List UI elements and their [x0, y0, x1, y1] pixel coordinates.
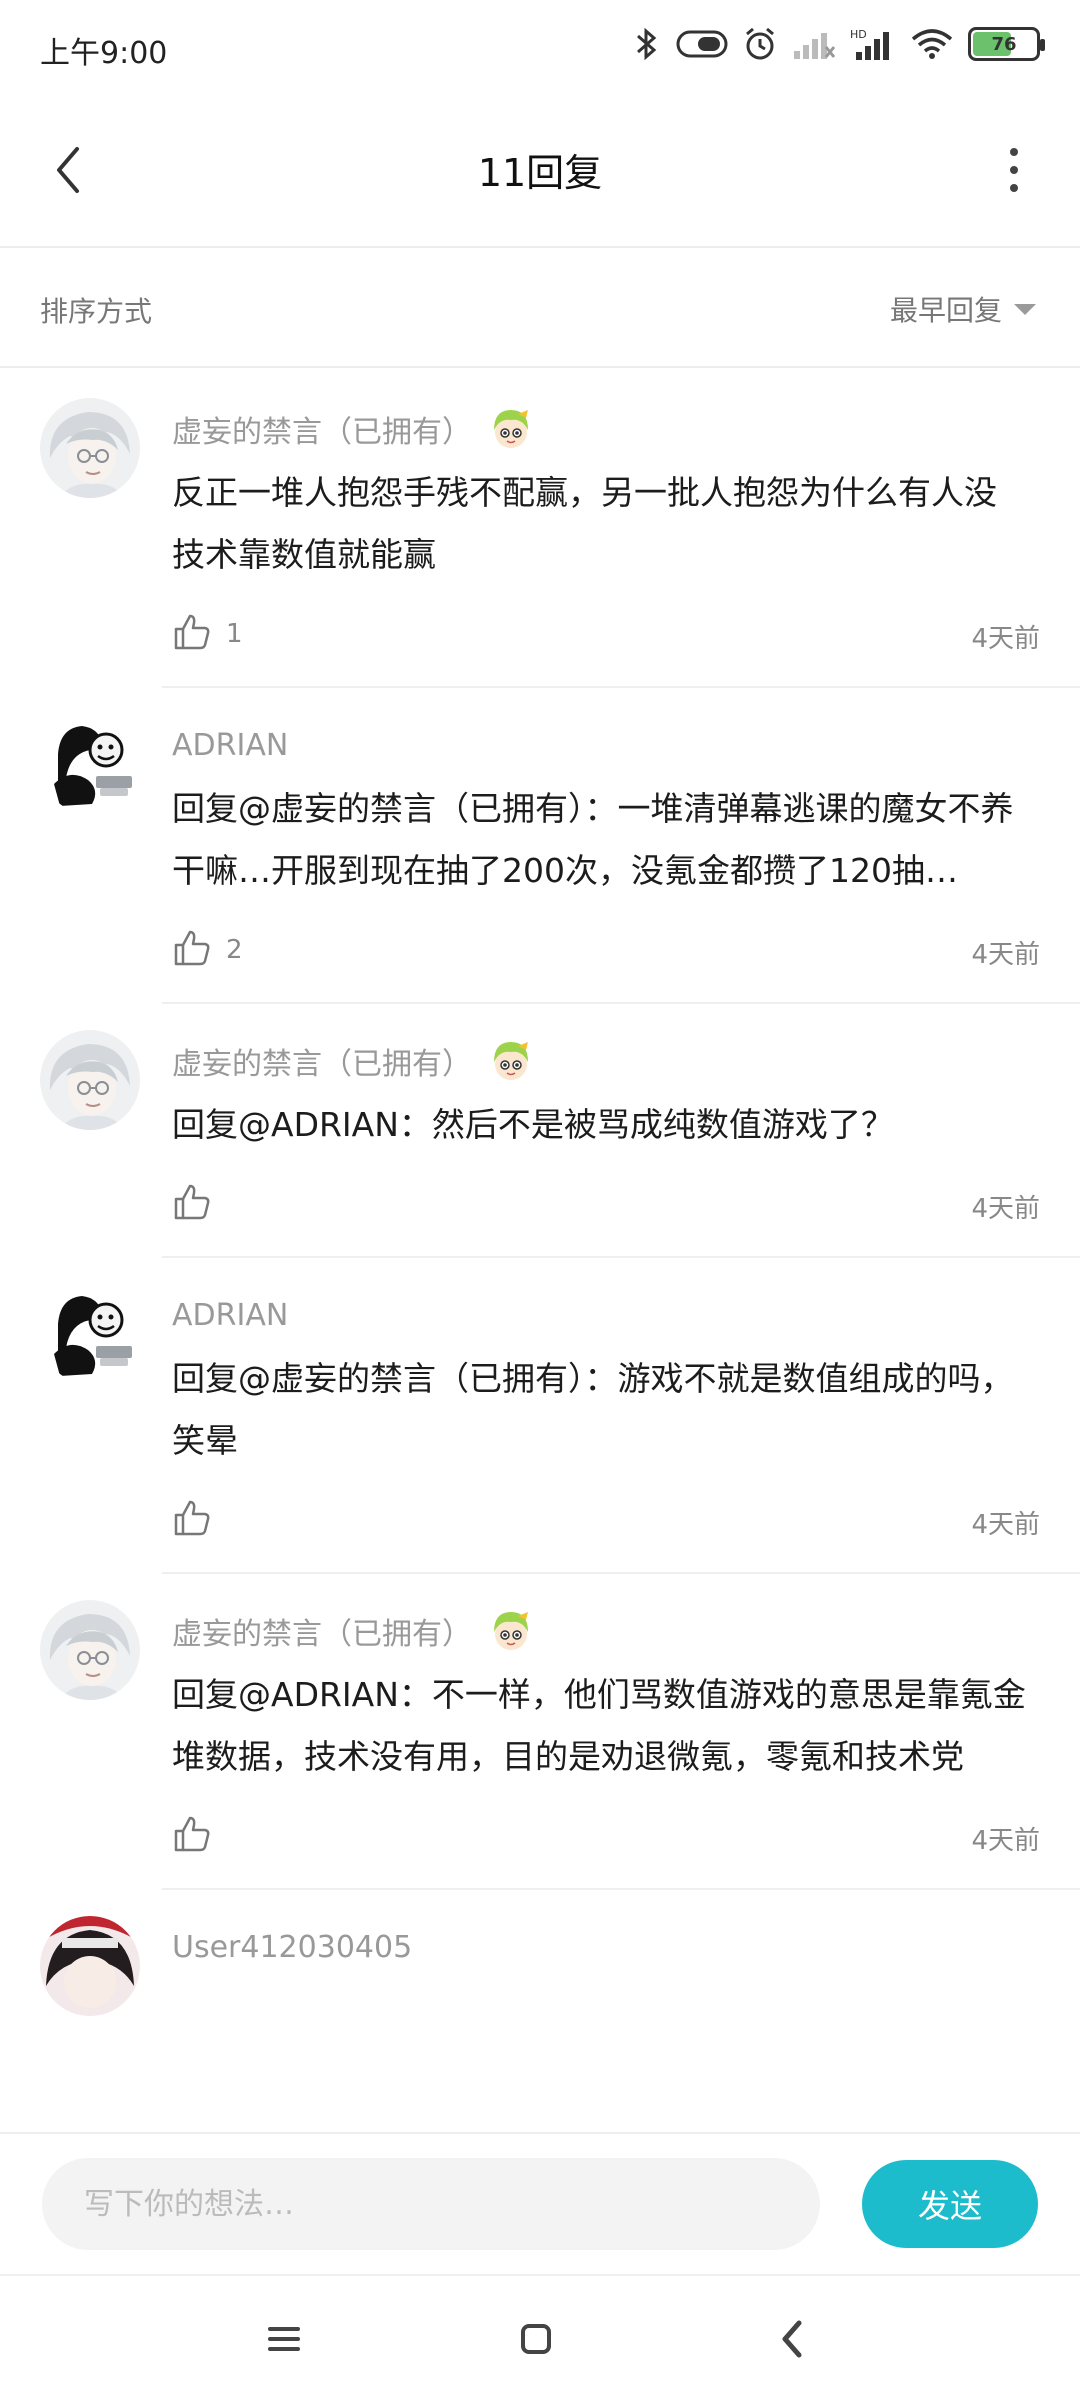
- reply-timestamp: 4天前: [971, 1194, 1040, 1224]
- reply-footer: 4天前: [172, 1164, 1040, 1256]
- character-badge-icon: [488, 1038, 534, 1084]
- character-badge-icon: [488, 406, 534, 452]
- reply-timestamp: 4天前: [971, 1510, 1040, 1540]
- reply-header: 虚妄的禁言（已拥有）: [172, 1600, 1040, 1662]
- send-button[interactable]: 发送: [862, 2160, 1038, 2248]
- alarm-icon: [746, 27, 774, 60]
- reply-header: User412030405: [172, 1916, 1040, 1978]
- reply-username[interactable]: 虚妄的禁言（已拥有）: [172, 407, 472, 451]
- avatar[interactable]: [40, 714, 140, 814]
- reply-header: ADRIAN: [172, 1284, 1040, 1346]
- system-nav-bar: [0, 2274, 1080, 2400]
- reply-content: 回复@ADRIAN：然后不是被骂成纯数值游戏了？: [172, 1105, 894, 1144]
- comment-composer: 发送: [0, 2132, 1080, 2274]
- reply-content: 反正一堆人抱怨手残不配赢，另一批人抱怨为什么有人没技术靠数值就能赢: [172, 473, 997, 574]
- like-count: 2: [226, 935, 243, 965]
- battery-level: 76: [991, 33, 1017, 55]
- reply-username[interactable]: User412030405: [172, 1930, 412, 1965]
- status-icons: HD 76: [632, 26, 1045, 62]
- reply-content: 回复@ADRIAN：不一样，他们骂数值游戏的意思是靠氪金堆数据，技术没有用，目的…: [172, 1675, 1026, 1776]
- caret-down-icon: [1014, 303, 1036, 315]
- reply-header: 虚妄的禁言（已拥有）: [172, 1030, 1040, 1092]
- sort-bar: 排序方式 最早回复: [0, 250, 1080, 368]
- reply-username[interactable]: ADRIAN: [172, 728, 288, 763]
- reply-username[interactable]: ADRIAN: [172, 1298, 288, 1333]
- like-button[interactable]: [172, 1498, 226, 1542]
- reply-content: 回复@虚妄的禁言（已拥有）：一堆清弹幕逃课的魔女不养干嘛…开服到现在抽了200次…: [172, 789, 1014, 890]
- header: 11回复: [0, 100, 1080, 248]
- system-back-button[interactable]: [762, 2314, 822, 2364]
- thumbs-up-icon: [172, 1182, 212, 1226]
- svg-text:HD: HD: [850, 28, 867, 41]
- thumbs-up-icon: [172, 1498, 212, 1542]
- thumbs-up-icon: [172, 612, 212, 656]
- like-button[interactable]: [172, 1182, 226, 1226]
- more-vertical-icon: [1010, 148, 1018, 156]
- battery-icon: 76: [968, 27, 1045, 61]
- reply-item[interactable]: 虚妄的禁言（已拥有） 反正一堆人抱怨手残不配赢，另一批人抱怨为什么有人没技术靠数…: [0, 370, 1080, 688]
- reply-header: 虚妄的禁言（已拥有）: [172, 398, 1040, 460]
- reply-username[interactable]: 虚妄的禁言（已拥有）: [172, 1039, 472, 1083]
- reply-timestamp: 4天前: [971, 1826, 1040, 1856]
- reply-header: ADRIAN: [172, 714, 1040, 776]
- page-title: 11回复: [477, 151, 603, 195]
- like-button[interactable]: 2: [172, 928, 243, 972]
- reply-item[interactable]: 虚妄的禁言（已拥有） 回复@ADRIAN：不一样，他们骂数值游戏的意思是靠氪金堆…: [0, 1572, 1080, 1890]
- signal-icon: [794, 33, 836, 59]
- reply-timestamp: 4天前: [971, 624, 1040, 654]
- like-button[interactable]: 1: [172, 612, 243, 656]
- reply-footer: 2 4天前: [172, 910, 1040, 1002]
- character-badge-icon: [488, 1608, 534, 1654]
- wifi-icon: [911, 29, 953, 59]
- hd-signal-icon: HD: [850, 28, 889, 60]
- like-count: 1: [226, 619, 243, 649]
- back-triangle-icon: [782, 2320, 802, 2358]
- vpn-icon: [676, 30, 728, 58]
- menu-icon: [268, 2327, 300, 2351]
- status-time: 上午9:00: [40, 36, 168, 71]
- avatar[interactable]: [40, 1284, 140, 1384]
- avatar[interactable]: [40, 398, 140, 498]
- sort-dropdown[interactable]: 最早回复: [890, 284, 1036, 334]
- menu-button[interactable]: [254, 2314, 314, 2364]
- reply-footer: 4天前: [172, 1480, 1040, 1572]
- reply-footer: 4天前: [172, 1796, 1040, 1888]
- sort-selected-value: 最早回复: [889, 294, 1002, 327]
- reply-timestamp: 4天前: [971, 940, 1040, 970]
- avatar[interactable]: [40, 1916, 140, 2016]
- home-square-icon: [521, 2324, 551, 2354]
- avatar[interactable]: [40, 1600, 140, 1700]
- thumbs-up-icon: [172, 1814, 212, 1858]
- reply-list[interactable]: 虚妄的禁言（已拥有） 反正一堆人抱怨手残不配赢，另一批人抱怨为什么有人没技术靠数…: [0, 370, 1080, 2130]
- avatar[interactable]: [40, 1030, 140, 1130]
- thumbs-up-icon: [172, 928, 212, 972]
- reply-item[interactable]: User412030405: [0, 1888, 1080, 2016]
- reply-item[interactable]: 虚妄的禁言（已拥有） 回复@ADRIAN：然后不是被骂成纯数值游戏了？ 4天前: [0, 1002, 1080, 1258]
- home-button[interactable]: [506, 2314, 566, 2364]
- comment-input[interactable]: [42, 2158, 820, 2250]
- sort-label: 排序方式: [40, 295, 153, 328]
- reply-item[interactable]: ADRIAN 回复@虚妄的禁言（已拥有）：一堆清弹幕逃课的魔女不养干嘛…开服到现在…: [0, 686, 1080, 1004]
- status-bar: 上午9:00 HD 76: [0, 0, 1080, 100]
- reply-footer: 1 4天前: [172, 594, 1040, 686]
- more-button[interactable]: [984, 140, 1044, 200]
- reply-item[interactable]: ADRIAN 回复@虚妄的禁言（已拥有）：游戏不就是数值组成的吗，笑晕 4天前: [0, 1256, 1080, 1574]
- reply-username[interactable]: 虚妄的禁言（已拥有）: [172, 1609, 472, 1653]
- bluetooth-icon: [637, 27, 657, 61]
- like-button[interactable]: [172, 1814, 226, 1858]
- reply-content: 回复@虚妄的禁言（已拥有）：游戏不就是数值组成的吗，笑晕: [172, 1359, 1014, 1460]
